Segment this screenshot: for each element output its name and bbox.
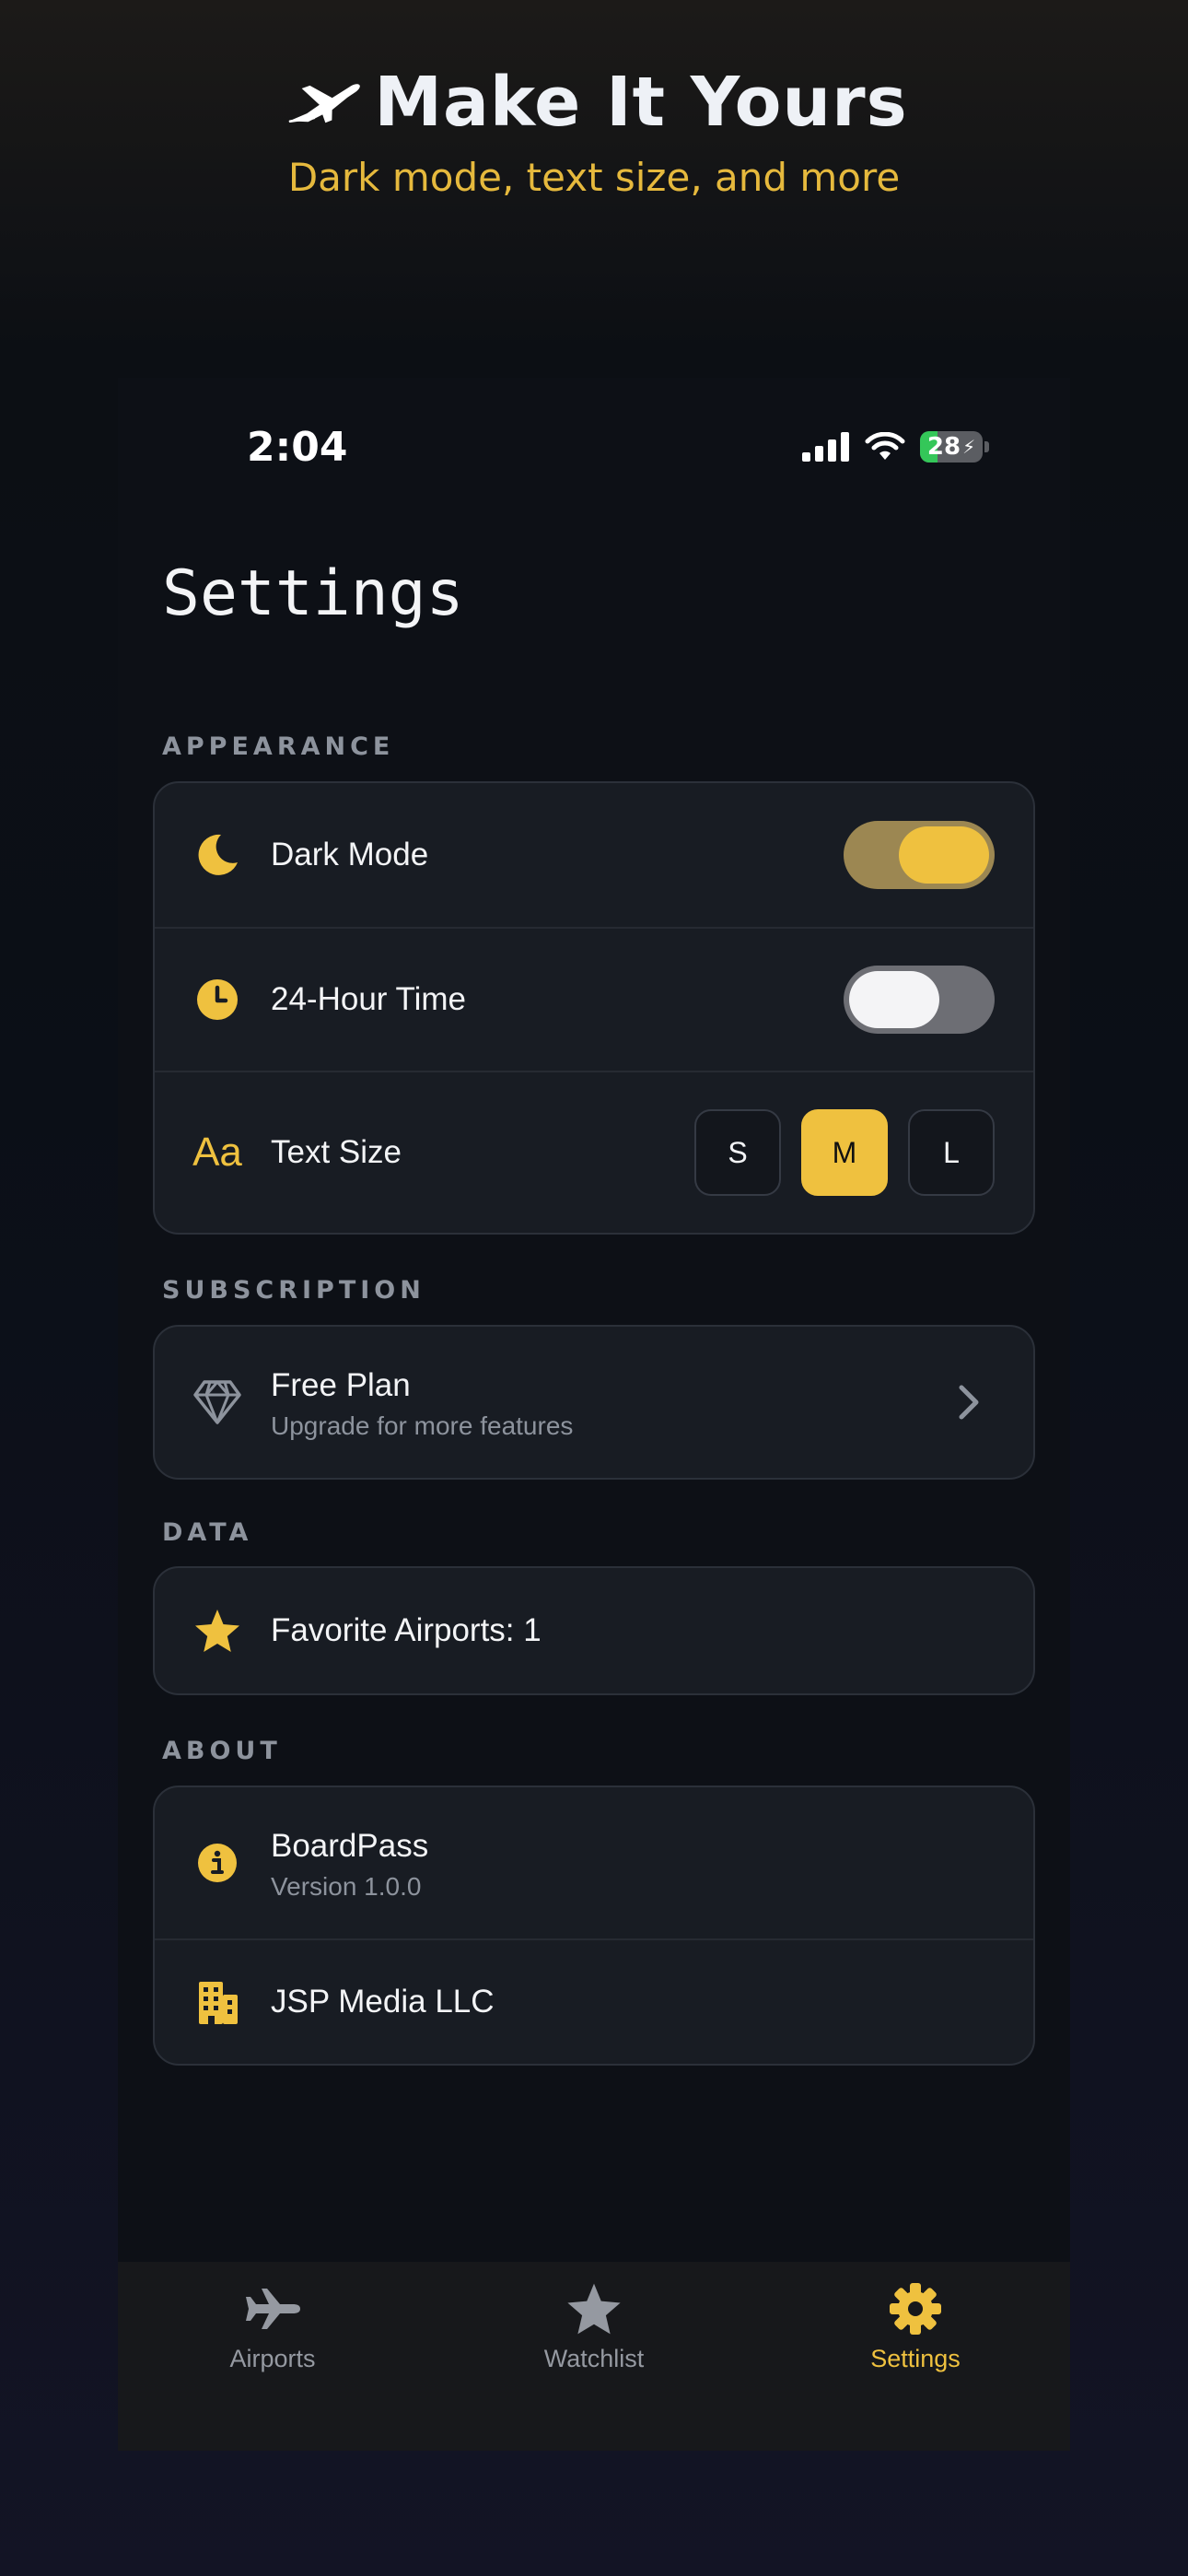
tab-airports[interactable]: Airports	[162, 2280, 383, 2373]
tab-settings-label: Settings	[870, 2345, 961, 2372]
status-icons: 28 ⚡	[802, 431, 989, 463]
hour24-row: 24-Hour Time	[155, 927, 1033, 1071]
battery-level: 28	[926, 433, 961, 461]
tab-watchlist[interactable]: Watchlist	[483, 2280, 705, 2373]
text-size-icon: Aa	[192, 1127, 243, 1178]
promo-title: Make It Yours	[374, 63, 908, 142]
promo-subtitle: Dark mode, text size, and more	[287, 155, 901, 200]
diamond-icon	[192, 1376, 243, 1428]
subscription-card: Free Plan Upgrade for more features	[153, 1325, 1035, 1480]
section-label-about: ABOUT	[162, 1737, 282, 1765]
dark-mode-label: Dark Mode	[271, 837, 429, 872]
promo-header: Make It Yours Dark mode, text size, and …	[0, 0, 1188, 240]
section-label-data: DATA	[162, 1518, 253, 1547]
section-label-subscription: SUBSCRIPTION	[162, 1276, 425, 1305]
gear-icon	[883, 2280, 948, 2337]
info-icon	[192, 1837, 243, 1889]
app-version-label: Version 1.0.0	[271, 1872, 422, 1901]
tab-airports-label: Airports	[229, 2345, 316, 2372]
about-card: BoardPass Version 1.0.0 JSP Media LLC	[153, 1786, 1035, 2066]
page-title: Settings	[162, 557, 464, 630]
wifi-icon	[865, 432, 905, 460]
app-name-label: BoardPass	[271, 1828, 429, 1864]
text-size-small-button[interactable]: S	[694, 1109, 781, 1196]
tab-bar: Airports Watchlist Settings	[118, 2262, 1070, 2451]
company-row: JSP Media LLC	[155, 1938, 1033, 2064]
app-version-row: BoardPass Version 1.0.0	[155, 1787, 1033, 1938]
battery-charging-icon: 28 ⚡	[920, 431, 983, 463]
hour24-label: 24-Hour Time	[271, 981, 467, 1017]
company-label: JSP Media LLC	[271, 1984, 495, 2020]
chevron-right-icon	[959, 1385, 979, 1420]
text-size-label: Text Size	[271, 1134, 402, 1170]
star-icon	[192, 1605, 243, 1657]
free-plan-label: Free Plan	[271, 1367, 411, 1403]
star-icon	[562, 2280, 626, 2337]
favorite-airports-row: Favorite Airports: 1	[155, 1568, 1033, 1693]
dark-mode-toggle[interactable]	[844, 821, 995, 889]
airplane-icon	[240, 2280, 305, 2337]
text-size-icon-glyph: Aa	[192, 1130, 242, 1175]
text-size-selector: S M L	[694, 1109, 995, 1196]
phone-screen: 2:04 28 ⚡ Settings APPEARANCE Dark Mode …	[118, 378, 1070, 2451]
tab-watchlist-label: Watchlist	[543, 2345, 645, 2372]
promo-title-row: Make It Yours	[0, 63, 1188, 142]
building-icon	[192, 1976, 243, 2028]
data-card: Favorite Airports: 1	[153, 1566, 1035, 1695]
section-label-appearance: APPEARANCE	[162, 732, 395, 761]
signal-icon	[802, 432, 849, 462]
appearance-card: Dark Mode 24-Hour Time Aa Text Size S M …	[153, 781, 1035, 1235]
clock-icon	[192, 974, 243, 1025]
text-size-large-button[interactable]: L	[908, 1109, 995, 1196]
text-size-medium-button[interactable]: M	[801, 1109, 888, 1196]
battery-nub	[984, 441, 989, 452]
moon-icon	[192, 829, 243, 881]
free-plan-subtitle: Upgrade for more features	[271, 1411, 574, 1440]
favorite-airports-label: Favorite Airports: 1	[271, 1612, 542, 1648]
hour24-toggle[interactable]	[844, 966, 995, 1034]
tab-settings[interactable]: Settings	[805, 2280, 1026, 2373]
free-plan-row[interactable]: Free Plan Upgrade for more features	[155, 1327, 1033, 1478]
airplane-icon	[289, 84, 361, 123]
status-bar: 2:04 28 ⚡	[118, 378, 1070, 525]
text-size-row: Aa Text Size S M L	[155, 1071, 1033, 1233]
dark-mode-row: Dark Mode	[155, 783, 1033, 927]
status-time: 2:04	[247, 424, 348, 471]
